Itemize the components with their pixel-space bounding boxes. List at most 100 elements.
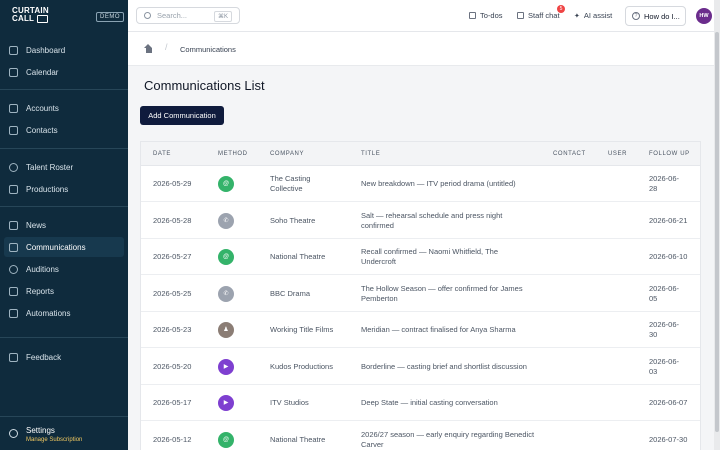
- page-scrollbar[interactable]: [714, 0, 720, 450]
- clapperboard-icon: [37, 15, 49, 23]
- phone-method-icon: ✆: [218, 212, 234, 229]
- date-cell: 2026-05-25: [153, 288, 192, 298]
- sidebar-item-talent-roster[interactable]: Talent Roster: [4, 157, 124, 177]
- help-button[interactable]: ? How do I...: [625, 6, 686, 26]
- sidebar-item-dashboard[interactable]: Dashboard: [4, 40, 124, 60]
- sidebar-item-automations[interactable]: Automations: [4, 303, 124, 323]
- company-cell-line: National Theatre: [270, 434, 326, 444]
- sidebar-item-auditions[interactable]: Auditions: [4, 259, 124, 279]
- meeting-method-icon: ♟: [218, 322, 234, 338]
- sidebar-item-accounts[interactable]: Accounts: [4, 98, 124, 118]
- top-bar: Search... ⌘K To-dos Staff chat 5 ✦ AI as…: [128, 0, 714, 32]
- table-row[interactable]: 2026-05-29 @ The Casting Collective New brea…: [141, 166, 700, 202]
- company-cell: Working Title Films: [270, 325, 350, 335]
- add-communication-button[interactable]: Add Communication: [140, 106, 224, 125]
- follow-up-cell-line: 2026-06-21: [649, 215, 688, 225]
- search-shortcut: ⌘K: [213, 11, 232, 22]
- breadcrumb-separator: /: [165, 42, 168, 52]
- column-date[interactable]: DATE: [153, 151, 171, 157]
- sidebar-item-label: Communications: [26, 242, 86, 252]
- follow-up-cell-line: 2026-06-: [649, 283, 680, 293]
- staff-chat-label: Staff chat: [528, 11, 560, 20]
- settings-footer[interactable]: Settings Manage Subscription: [0, 416, 128, 450]
- sidebar-item-label: Automations: [26, 308, 71, 318]
- sidebar-item-calendar[interactable]: Calendar: [4, 62, 124, 82]
- search-input[interactable]: Search...: [157, 11, 187, 20]
- company-cell: National Theatre: [270, 252, 350, 262]
- column-company[interactable]: COMPANY: [270, 151, 304, 157]
- sidebar-item-reports[interactable]: Reports: [4, 281, 124, 301]
- follow-up-cell: 2026-06- 05: [649, 284, 699, 304]
- chat-icon: [517, 12, 524, 19]
- user-avatar[interactable]: HW: [696, 8, 712, 24]
- table-row[interactable]: 2026-05-17 ▶ ITV Studios Deep State — initi…: [141, 385, 700, 421]
- phone-method-icon: ✆: [218, 285, 234, 302]
- title-cell-line: confirmed: [361, 220, 394, 230]
- communications-icon: [9, 242, 18, 252]
- search-box[interactable]: Search... ⌘K: [136, 7, 240, 24]
- table-row[interactable]: 2026-05-23 ♟ Working Title Films Meridian —…: [141, 312, 700, 348]
- date-cell: 2026-05-17: [153, 398, 192, 407]
- table-row[interactable]: 2026-05-27 @ National Theatre Recall confir…: [141, 239, 700, 275]
- follow-up-cell-line: 2026-06-10: [649, 252, 688, 261]
- table-row[interactable]: 2026-05-28 ✆ Soho Theatre Salt — rehearsal …: [141, 203, 700, 239]
- sidebar-item-label: Accounts: [26, 103, 59, 113]
- video-method-icon: ▶: [218, 395, 234, 411]
- manage-subscription-link[interactable]: Manage Subscription: [26, 437, 82, 443]
- sidebar-item-communications[interactable]: Communications: [4, 237, 124, 257]
- follow-up-cell-line: 2026-06-07: [649, 398, 688, 407]
- sidebar-item-news[interactable]: News: [4, 215, 124, 235]
- title-cell: Deep State — initial casting conversatio…: [361, 398, 546, 408]
- todos-button[interactable]: To-dos: [469, 11, 503, 20]
- title-cell-line: The Hollow Season — offer confirmed for …: [361, 283, 523, 293]
- title-cell-line: Pemberton: [361, 293, 398, 303]
- automations-icon: [9, 308, 18, 318]
- settings-label: Settings: [26, 426, 55, 435]
- column-user[interactable]: USER: [608, 151, 627, 157]
- sidebar-item-contacts[interactable]: Contacts: [4, 120, 124, 140]
- ai-assist-button[interactable]: ✦ AI assist: [574, 11, 612, 20]
- news-icon: [9, 220, 18, 230]
- company-cell: Soho Theatre: [270, 216, 350, 226]
- staff-chat-button[interactable]: Staff chat: [517, 11, 560, 20]
- sidebar-item-label: Reports: [26, 286, 55, 296]
- question-icon: ?: [632, 12, 640, 20]
- company-cell-line: BBC Drama: [270, 288, 311, 298]
- company-cell: The Casting Collective: [270, 174, 350, 194]
- title-cell: The Hollow Season — offer confirmed for …: [361, 284, 546, 304]
- column-method[interactable]: METHOD: [218, 151, 248, 157]
- email-method-icon: @: [218, 176, 234, 192]
- sidebar-item-label: News: [26, 220, 47, 230]
- sidebar-divider: [0, 206, 128, 207]
- title-cell: Meridian — contract finalised for Anya S…: [361, 325, 546, 335]
- sidebar-item-feedback[interactable]: Feedback: [4, 347, 124, 367]
- company-cell: ITV Studios: [270, 398, 350, 408]
- sparkle-icon: ✦: [574, 12, 580, 20]
- video-method-icon: ▶: [218, 358, 234, 375]
- title-cell-line: Recall confirmed — Naomi Whitfield, The: [361, 247, 498, 256]
- column-title[interactable]: TITLE: [361, 151, 380, 157]
- follow-up-cell-line: 2026-06-: [649, 320, 680, 329]
- sidebar-item-label: Contacts: [26, 125, 58, 135]
- calendar-icon: [9, 67, 18, 77]
- table-row[interactable]: 2026-05-12 @ National Theatre 2026/27 seaso…: [141, 422, 700, 450]
- logo-line2: CALL: [12, 14, 35, 23]
- sidebar: CURTAIN CALL DEMO Dashboard Calendar Accou…: [0, 0, 128, 450]
- follow-up-cell-line: 05: [649, 293, 658, 303]
- column-follow-up[interactable]: FOLLOW UP: [649, 151, 690, 157]
- date-cell: 2026-05-23: [153, 325, 192, 334]
- follow-up-cell: 2026-06-07: [649, 398, 699, 408]
- curtain-call-logo[interactable]: CURTAIN CALL: [12, 7, 52, 27]
- contacts-icon: [9, 125, 18, 135]
- table-row[interactable]: 2026-05-20 ▶ Kudos Productions Borderline —…: [141, 349, 700, 385]
- scrollbar-thumb[interactable]: [715, 32, 719, 432]
- sidebar-item-productions[interactable]: Productions: [4, 179, 124, 199]
- table-row[interactable]: 2026-05-25 ✆ BBC Drama The Hollow Season — …: [141, 276, 700, 312]
- email-method-icon: @: [218, 431, 234, 448]
- title-cell: 2026/27 season — early enquiry regarding…: [361, 430, 546, 450]
- title-cell: Recall confirmed — Naomi Whitfield, The U…: [361, 247, 546, 267]
- home-icon[interactable]: [144, 44, 153, 53]
- staff-chat-badge: 5: [557, 5, 565, 13]
- date-cell: 2026-05-29: [153, 179, 192, 188]
- column-contact[interactable]: CONTACT: [553, 151, 586, 157]
